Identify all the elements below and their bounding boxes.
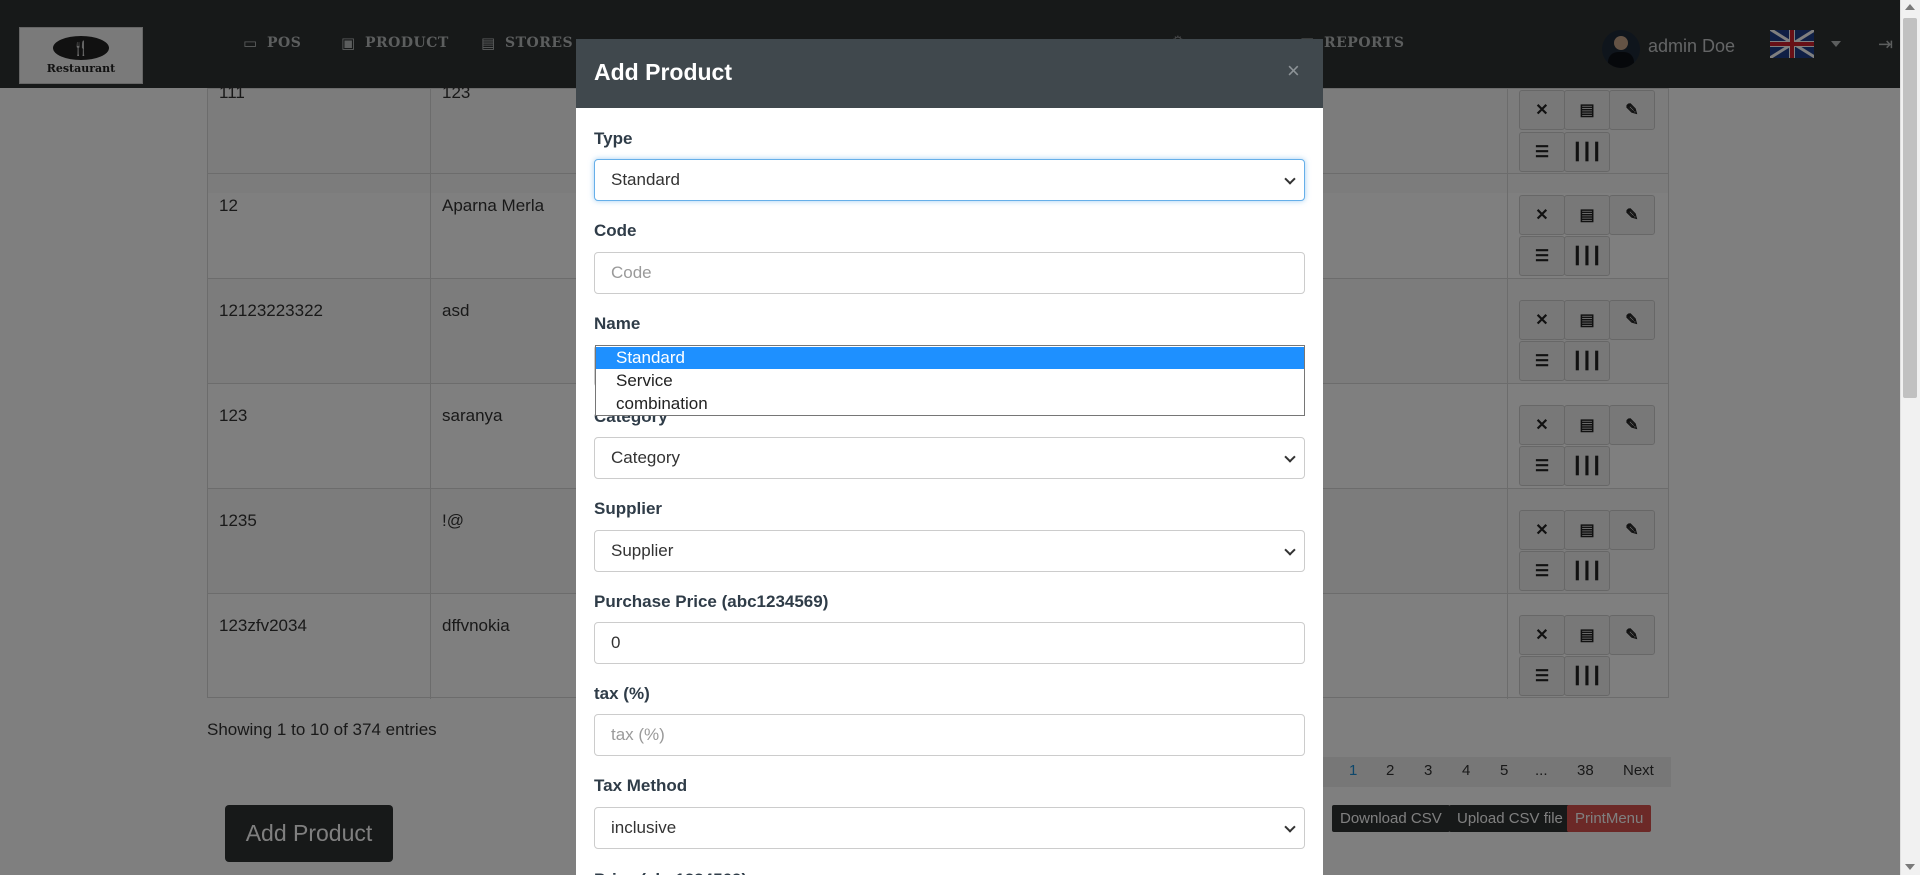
type-select[interactable]: Standard (594, 159, 1305, 201)
tax-label: tax (%) (594, 684, 650, 703)
type-label: Type (594, 129, 633, 148)
type-select-value: Standard (611, 170, 680, 189)
scroll-up-icon[interactable] (1905, 4, 1915, 10)
chevron-down-icon (1284, 821, 1296, 833)
code-input[interactable]: Code (594, 252, 1305, 294)
supplier-select[interactable]: Supplier (594, 530, 1305, 572)
scroll-down-icon[interactable] (1905, 864, 1915, 870)
type-dropdown-list: Standard Service combination (595, 345, 1305, 416)
tax-method-label: Tax Method (594, 776, 688, 795)
supplier-select-value: Supplier (611, 541, 674, 560)
type-option-combination[interactable]: combination (596, 393, 1304, 415)
tax-input[interactable]: tax (%) (594, 714, 1305, 756)
category-select-value: Category (611, 448, 680, 467)
modal-title: Add Product (594, 59, 732, 85)
name-label: Name (594, 314, 641, 333)
close-icon[interactable]: × (1287, 58, 1300, 84)
purchase-price-label: Purchase Price (abc1234569) (594, 592, 829, 611)
type-option-standard[interactable]: Standard (596, 347, 1304, 369)
tax-method-select[interactable]: inclusive (594, 807, 1305, 849)
supplier-label: Supplier (594, 499, 663, 518)
tax-method-select-value: inclusive (611, 818, 677, 837)
chevron-down-icon (1284, 173, 1296, 185)
category-select[interactable]: Category (594, 437, 1305, 479)
purchase-price-input[interactable]: 0 (594, 622, 1305, 664)
scrollbar-thumb[interactable] (1903, 18, 1917, 398)
chevron-down-icon (1284, 451, 1296, 463)
code-label: Code (594, 221, 637, 240)
chevron-down-icon (1284, 544, 1296, 556)
type-option-service[interactable]: Service (596, 370, 1304, 392)
modal-header: Add Product × (576, 39, 1323, 108)
add-product-modal: Add Product × Type Standard Code Code Na… (576, 39, 1323, 875)
price-label: Price (abc1234569) (594, 870, 747, 875)
